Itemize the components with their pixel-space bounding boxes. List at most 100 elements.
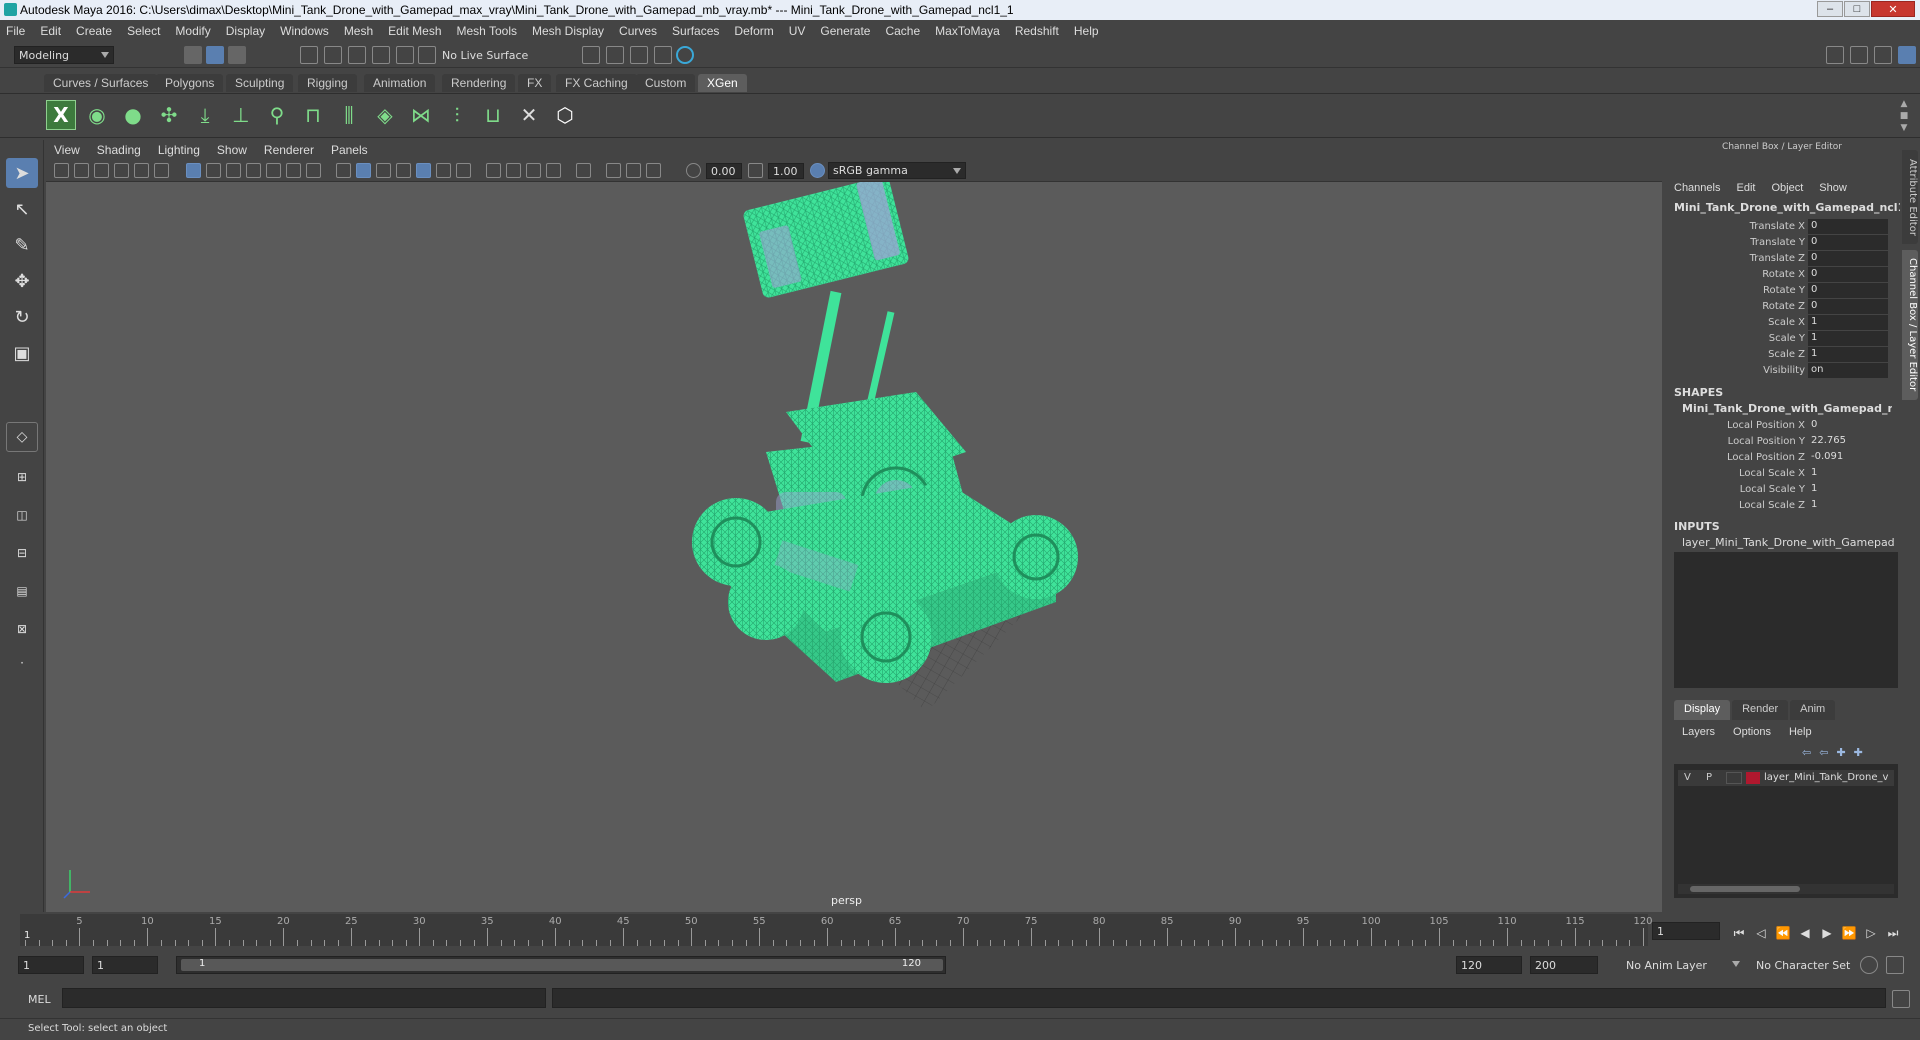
go-to-start-icon[interactable]: ⏮ [1728, 924, 1750, 942]
step-back-key-icon[interactable]: ⏪ [1772, 924, 1794, 942]
auto-key-icon[interactable] [1860, 956, 1878, 974]
menu-edit-mesh[interactable]: Edit Mesh [388, 24, 441, 38]
menu-uv[interactable]: UV [789, 24, 806, 38]
four-view-layout-icon[interactable]: ⊞ [6, 462, 38, 492]
menu-mesh-tools[interactable]: Mesh Tools [457, 24, 517, 38]
close-button[interactable]: ✕ [1871, 1, 1915, 17]
wireframe-on-shaded-icon[interactable] [396, 163, 411, 178]
layer-color-swatch[interactable] [1746, 772, 1760, 784]
channel-rotate-z[interactable]: Rotate Z0 [1666, 299, 1898, 315]
menu-help[interactable]: Help [1074, 24, 1099, 38]
channel-translate-z[interactable]: Translate Z0 [1666, 251, 1898, 267]
snap-grid-icon[interactable] [300, 46, 318, 64]
menu-mesh-display[interactable]: Mesh Display [532, 24, 604, 38]
shape-local-position-z[interactable]: Local Position Z -0.091 [1666, 450, 1898, 466]
single-view-layout-icon[interactable]: ◇ [6, 422, 38, 452]
cb-menu-edit[interactable]: Edit [1736, 182, 1755, 194]
layer-menu-layers[interactable]: Layers [1682, 726, 1715, 738]
viewport-canvas[interactable]: persp [46, 176, 1662, 912]
menu-edit[interactable]: Edit [40, 24, 61, 38]
range-slider-handle[interactable]: 1 120 [181, 958, 943, 971]
custom-layout-icon[interactable]: · [6, 648, 38, 678]
image-plane-icon[interactable] [114, 163, 129, 178]
xgen-editor-icon[interactable]: X [46, 100, 76, 130]
shape-local-scale-z[interactable]: Local Scale Z1 [1666, 498, 1898, 514]
xgen-density-icon[interactable]: ⫶ [442, 100, 472, 130]
menu-surfaces[interactable]: Surfaces [672, 24, 719, 38]
xray-icon[interactable] [416, 163, 431, 178]
tab-animation[interactable]: Animation [364, 74, 436, 92]
grease-pencil-icon[interactable] [154, 163, 169, 178]
animation-preferences-icon[interactable] [1886, 956, 1904, 974]
scale-tool-icon[interactable]: ▣ [6, 338, 38, 368]
shape-local-position-x[interactable]: Local Position X0 [1666, 418, 1898, 434]
layer-row[interactable]: V P layer_Mini_Tank_Drone_v [1678, 770, 1894, 786]
anti-aliasing-icon[interactable] [526, 163, 541, 178]
minimize-button[interactable]: – [1817, 1, 1843, 17]
lasso-tool-icon[interactable]: ↖ [6, 194, 38, 224]
layer-visibility-toggle[interactable]: V [1684, 772, 1691, 783]
shadows-icon[interactable] [456, 163, 471, 178]
persp-graph-layout-icon[interactable]: ⊟ [6, 538, 38, 568]
xray-active-icon[interactable] [626, 163, 641, 178]
menu-redshift[interactable]: Redshift [1015, 24, 1059, 38]
vp-menu-lighting[interactable]: Lighting [158, 143, 200, 157]
smooth-shade-icon[interactable] [356, 163, 371, 178]
animation-end-field[interactable]: 200 [1530, 956, 1598, 974]
play-backwards-icon[interactable]: ◀ [1794, 924, 1816, 942]
menu-cache[interactable]: Cache [885, 24, 920, 38]
input-node-name[interactable]: layer_Mini_Tank_Drone_with_Gamepad [1682, 536, 1895, 549]
mel-label[interactable]: MEL [28, 993, 51, 1006]
step-forward-icon[interactable]: ▷ [1860, 924, 1882, 942]
menu-file[interactable]: File [6, 24, 25, 38]
menu-curves[interactable]: Curves [619, 24, 657, 38]
layer-move-up-icon[interactable]: ⇦ [1802, 746, 1811, 759]
hypershade-icon[interactable] [676, 46, 694, 64]
resolution-gate-icon[interactable] [226, 163, 241, 178]
xgen-guide-bend-icon[interactable]: ⫼ [334, 100, 364, 130]
xgen-guide-place-icon[interactable]: ⊥ [226, 100, 256, 130]
menu-select[interactable]: Select [127, 24, 160, 38]
tool-settings-toggle-icon[interactable] [1874, 46, 1892, 64]
tab-custom[interactable]: Custom [636, 74, 696, 92]
xgen-hex-tool-icon[interactable]: ⬡ [550, 100, 580, 130]
menu-mesh[interactable]: Mesh [344, 24, 373, 38]
mode-dropdown[interactable]: Modeling [14, 46, 114, 64]
selected-object-name[interactable]: Mini_Tank_Drone_with_Gamepad_ncl1_1 [1674, 201, 1918, 214]
maximize-button[interactable]: □ [1844, 1, 1870, 17]
select-hierarchy-icon[interactable] [184, 46, 202, 64]
tab-channel-box-layer-editor[interactable]: Channel Box / Layer Editor [1902, 250, 1918, 400]
xgen-grooming-icon[interactable]: ✣ [154, 100, 184, 130]
layer-menu-help[interactable]: Help [1789, 726, 1812, 738]
safe-action-icon[interactable] [286, 163, 301, 178]
tab-polygons[interactable]: Polygons [156, 74, 224, 92]
side-by-side-layout-icon[interactable]: ◫ [6, 500, 38, 530]
menu-maxtomaya[interactable]: MaxToMaya [935, 24, 1000, 38]
tab-rendering[interactable]: Rendering [442, 74, 516, 92]
depth-of-field-icon[interactable] [546, 163, 561, 178]
menu-create[interactable]: Create [76, 24, 112, 38]
script-editor-icon[interactable] [1892, 990, 1910, 1008]
exposure-field[interactable]: 0.00 [706, 163, 742, 179]
outliner-layout-icon[interactable]: ⊠ [6, 614, 38, 644]
new-layer-icon[interactable]: ✚ [1836, 746, 1845, 759]
select-component-icon[interactable] [228, 46, 246, 64]
xray-joints-icon[interactable] [606, 163, 621, 178]
new-layer-selected-icon[interactable]: ✚ [1854, 746, 1863, 759]
xgen-layer-icon[interactable]: ◈ [370, 100, 400, 130]
select-tool-icon[interactable]: ➤ [6, 158, 38, 188]
layer-playback-toggle[interactable]: P [1706, 772, 1712, 783]
vp-menu-panels[interactable]: Panels [331, 143, 368, 157]
exposure-icon[interactable] [686, 163, 701, 178]
xgen-preview-icon[interactable]: ◉ [82, 100, 112, 130]
safe-title-icon[interactable] [306, 163, 321, 178]
channel-rotate-y[interactable]: Rotate Y0 [1666, 283, 1898, 299]
vp-menu-renderer[interactable]: Renderer [264, 143, 314, 157]
render-settings-icon[interactable] [654, 46, 672, 64]
tab-fx-caching[interactable]: FX Caching [556, 74, 637, 92]
menu-display[interactable]: Display [226, 24, 265, 38]
camera-attributes-icon[interactable] [74, 163, 89, 178]
mel-command-input[interactable] [62, 988, 546, 1008]
snap-live-icon[interactable] [418, 46, 436, 64]
film-gate-icon[interactable] [206, 163, 221, 178]
